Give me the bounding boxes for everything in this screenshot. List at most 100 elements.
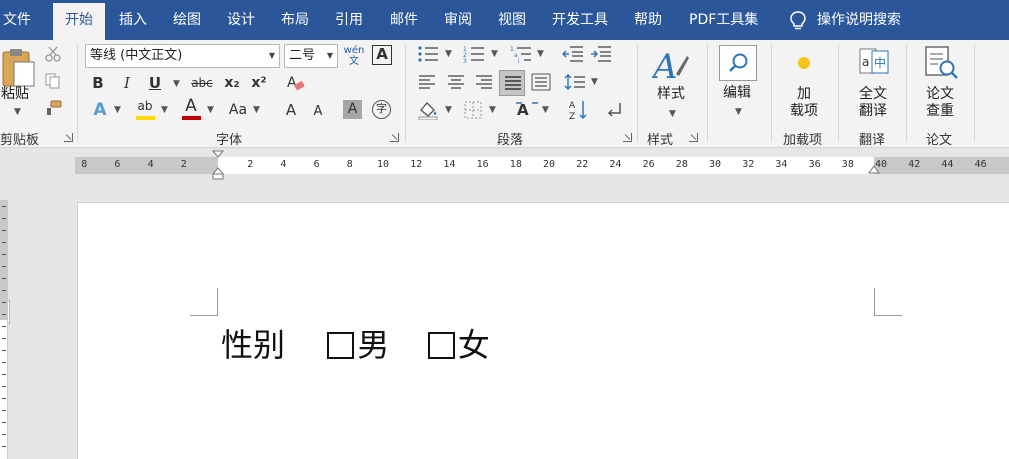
addins-line1[interactable]: 加 [797, 86, 811, 103]
decrease-indent-icon[interactable] [562, 45, 584, 63]
female-checkbox[interactable] [427, 332, 455, 359]
change-case-button[interactable]: Aa [226, 100, 250, 120]
tab-design[interactable]: 设计 [227, 0, 255, 40]
tab-references[interactable]: 引用 [335, 0, 363, 40]
clipboard-launcher-icon[interactable] [64, 133, 73, 142]
character-border-button[interactable]: A [372, 45, 392, 65]
clear-formatting-icon[interactable]: A [286, 73, 306, 93]
translate-line1[interactable]: 全文 [859, 86, 887, 103]
male-checkbox[interactable] [327, 332, 355, 359]
gender-label: 性别 [221, 326, 286, 364]
increase-indent-icon[interactable] [590, 45, 612, 63]
vertical-ruler[interactable] [0, 200, 8, 459]
distributed-icon[interactable] [531, 73, 551, 91]
strikethrough-button[interactable]: abc [190, 73, 214, 93]
styles-icon[interactable]: A [652, 46, 690, 86]
tab-draw[interactable]: 绘图 [173, 0, 201, 40]
borders-icon[interactable] [463, 100, 483, 120]
align-right-icon[interactable] [474, 73, 494, 91]
highlight-button[interactable]: ab [135, 96, 155, 116]
underline-dropdown-icon[interactable]: ▼ [173, 74, 180, 94]
highlight-dropdown-icon[interactable]: ▼ [161, 100, 168, 120]
copy-icon[interactable] [45, 73, 61, 89]
superscript-button[interactable]: x² [249, 73, 269, 93]
subscript-button[interactable]: x₂ [222, 73, 242, 93]
translate-line2[interactable]: 翻译 [859, 103, 887, 120]
multilevel-list-icon[interactable]: 1ai [510, 45, 532, 63]
borders-dropdown-icon[interactable]: ▼ [489, 100, 496, 120]
tab-home[interactable]: 开始 [53, 3, 105, 40]
separator [405, 44, 406, 142]
chinese-layout-icon[interactable]: A [515, 100, 539, 120]
change-case-dropdown-icon[interactable]: ▼ [253, 100, 260, 120]
font-color-dropdown-icon[interactable]: ▼ [207, 100, 214, 120]
bold-button[interactable]: B [89, 73, 107, 93]
italic-button[interactable]: I [118, 73, 136, 93]
paper-check-icon[interactable] [924, 46, 960, 80]
addins-icon[interactable] [798, 57, 810, 69]
chinese-layout-dropdown-icon[interactable]: ▼ [542, 100, 549, 120]
tab-view[interactable]: 视图 [498, 0, 526, 40]
translate-icon[interactable]: a 中 [858, 46, 890, 78]
sort-icon[interactable]: AZ [568, 98, 590, 122]
paper-check-line2[interactable]: 查重 [926, 103, 954, 120]
styles-launcher-icon[interactable] [689, 133, 698, 142]
editing-button[interactable] [719, 45, 757, 81]
multilevel-dropdown-icon[interactable]: ▼ [537, 44, 544, 64]
tab-developer[interactable]: 开发工具 [552, 0, 608, 40]
align-left-icon[interactable] [417, 73, 437, 91]
paste-dropdown-icon[interactable]: ▼ [14, 102, 21, 122]
shrink-font-button[interactable]: A [310, 102, 326, 122]
align-center-icon[interactable] [446, 73, 466, 91]
grow-font-button[interactable]: A [282, 100, 300, 120]
bullets-dropdown-icon[interactable]: ▼ [445, 44, 452, 64]
font-name-combobox[interactable]: 等线 (中文正文) ▼ [85, 44, 280, 68]
numbering-dropdown-icon[interactable]: ▼ [491, 44, 498, 64]
paste-button[interactable]: 粘贴 [1, 86, 29, 103]
tab-file[interactable]: 文件 [3, 0, 31, 40]
phonetic-guide-button[interactable]: wén 文 [343, 45, 365, 67]
paste-icon[interactable] [1, 46, 37, 90]
numbering-icon[interactable]: 123 [463, 45, 485, 63]
styles-dropdown-icon[interactable]: ▼ [669, 104, 676, 124]
right-indent-marker-icon[interactable] [868, 165, 880, 175]
tab-layout[interactable]: 布局 [281, 0, 309, 40]
character-shading-button[interactable]: A [343, 100, 362, 119]
bullets-icon[interactable] [417, 45, 439, 63]
tab-help[interactable]: 帮助 [634, 0, 662, 40]
line-spacing-dropdown-icon[interactable]: ▼ [591, 72, 598, 92]
separator [838, 44, 839, 142]
font-size-combobox[interactable]: 二号 ▼ [284, 44, 338, 68]
underline-button[interactable]: U [146, 73, 164, 93]
show-formatting-marks-icon[interactable] [606, 100, 624, 120]
styles-button[interactable]: 样式 [657, 86, 685, 103]
ruler-area: 8642 2 4 6 8 10 12 14 16 18 20 22 24 26 28 30 32 34 36 38 4… [0, 149, 1009, 324]
tab-mailings[interactable]: 邮件 [390, 0, 418, 40]
editing-dropdown-icon[interactable]: ▼ [735, 102, 742, 122]
font-color-button[interactable]: A [181, 96, 201, 116]
editing-label[interactable]: 编辑 [723, 85, 751, 102]
tab-review[interactable]: 审阅 [444, 0, 472, 40]
tell-me-search[interactable]: 操作说明搜索 [817, 0, 901, 40]
line-spacing-icon[interactable] [564, 73, 586, 91]
font-launcher-icon[interactable] [390, 133, 399, 142]
document-text-line[interactable]: 性别 男 女 [221, 320, 490, 366]
paper-check-line1[interactable]: 论文 [926, 86, 954, 103]
document-page[interactable] [77, 202, 1009, 459]
addins-line2[interactable]: 载项 [790, 103, 818, 120]
format-painter-icon[interactable] [45, 100, 63, 116]
enclose-characters-button[interactable]: 字 [372, 100, 391, 119]
chevron-down-icon[interactable]: ▼ [327, 45, 333, 67]
justify-button[interactable] [499, 70, 525, 96]
shading-icon[interactable] [417, 100, 439, 120]
text-effects-button[interactable]: A [90, 100, 110, 120]
indent-markers-icon[interactable] [212, 150, 224, 180]
paragraph-launcher-icon[interactable] [623, 133, 632, 142]
chevron-down-icon[interactable]: ▼ [269, 45, 275, 67]
separator [974, 44, 975, 142]
tab-pdf-tools[interactable]: PDF工具集 [689, 0, 758, 40]
shading-dropdown-icon[interactable]: ▼ [445, 100, 452, 120]
tab-insert[interactable]: 插入 [119, 0, 147, 40]
text-effects-dropdown-icon[interactable]: ▼ [114, 100, 121, 120]
cut-icon[interactable] [45, 46, 61, 62]
